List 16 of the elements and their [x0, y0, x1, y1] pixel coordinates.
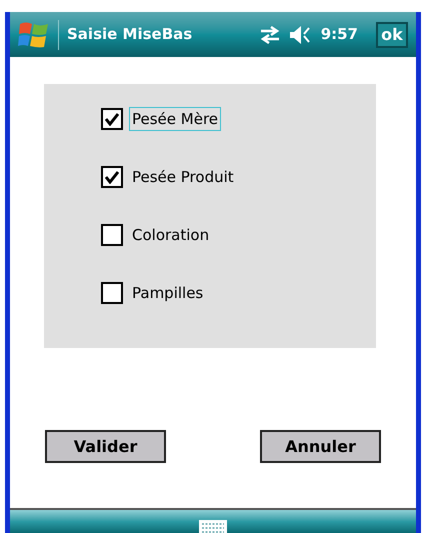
- checkbox[interactable]: [101, 282, 123, 304]
- checkbox[interactable]: [101, 108, 123, 130]
- action-button[interactable]: Valider: [45, 430, 166, 463]
- checkbox[interactable]: [101, 166, 123, 188]
- option-label[interactable]: Pampilles: [129, 280, 206, 306]
- connectivity-icon: [258, 26, 281, 44]
- checkbox[interactable]: [101, 224, 123, 246]
- windows-logo-icon[interactable]: [18, 20, 50, 50]
- option-label[interactable]: Coloration: [129, 222, 212, 248]
- keyboard-icon[interactable]: [199, 520, 227, 533]
- clock-time: 9:57: [320, 24, 358, 46]
- option-label[interactable]: Pesée Produit: [129, 164, 237, 190]
- action-button[interactable]: Annuler: [260, 430, 381, 463]
- option-label[interactable]: Pesée Mère: [129, 106, 222, 132]
- window-title: Saisie MiseBas: [67, 24, 194, 46]
- ok-button[interactable]: ok: [376, 22, 408, 48]
